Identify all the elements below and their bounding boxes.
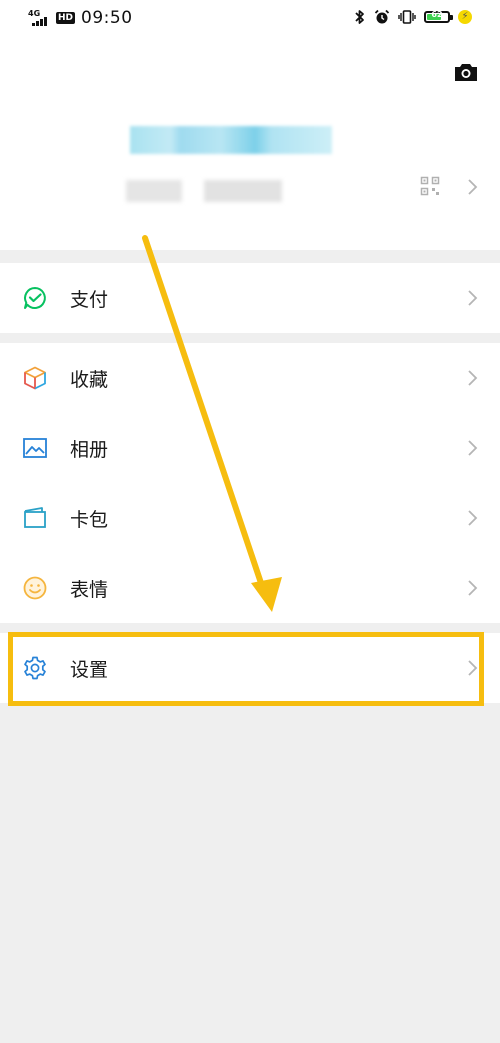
- menu-item-label: 相册: [70, 438, 109, 461]
- qr-code-icon[interactable]: [420, 176, 440, 196]
- pay-group: 支付: [0, 263, 500, 333]
- menu-item-settings[interactable]: 设置: [0, 633, 500, 703]
- chevron-right-icon: [468, 440, 478, 456]
- clock: 09:50: [81, 8, 133, 28]
- cube-icon: [24, 366, 46, 390]
- wechat-id-blurred: [126, 180, 182, 202]
- vibrate-icon: [398, 10, 416, 24]
- menu-item-album[interactable]: 相册: [0, 413, 500, 483]
- features-group: 收藏 相册 卡包 表情: [0, 343, 500, 623]
- chevron-right-icon: [468, 290, 478, 306]
- menu-item-label: 设置: [70, 658, 109, 681]
- chevron-right-icon: [468, 510, 478, 526]
- charging-icon: ⚡: [458, 10, 472, 24]
- chevron-right-icon: [468, 370, 478, 386]
- menu-item-label: 收藏: [70, 368, 109, 391]
- menu-item-label: 表情: [70, 578, 109, 601]
- alarm-icon: [374, 9, 390, 24]
- chevron-right-icon[interactable]: [466, 178, 478, 196]
- smile-icon: [23, 576, 47, 600]
- menu-item-favorites[interactable]: 收藏: [0, 343, 500, 413]
- signal-icon: 4G: [28, 8, 50, 28]
- picture-icon: [23, 438, 47, 458]
- chevron-right-icon: [468, 660, 478, 676]
- bluetooth-icon: [355, 10, 364, 24]
- wallet-check-icon: [24, 287, 46, 309]
- battery-icon: 62: [424, 10, 453, 23]
- menu-item-stickers[interactable]: 表情: [0, 553, 500, 623]
- gear-icon: [24, 656, 46, 680]
- wechat-id-blurred: [204, 180, 282, 202]
- settings-group: 设置: [0, 633, 500, 703]
- card-wallet-icon: [24, 507, 46, 528]
- menu-item-label: 卡包: [70, 508, 109, 531]
- camera-icon[interactable]: [453, 62, 479, 82]
- hd-badge: HD: [56, 12, 76, 24]
- battery-level: 62: [431, 10, 443, 19]
- nickname-blurred: [130, 126, 332, 154]
- chevron-right-icon: [468, 580, 478, 596]
- menu-item-label: 支付: [70, 288, 109, 311]
- menu-item-cards[interactable]: 卡包: [0, 483, 500, 553]
- status-bar: 4G HD 09:50 62 ⚡: [0, 0, 500, 40]
- menu-item-pay[interactable]: 支付: [0, 263, 500, 333]
